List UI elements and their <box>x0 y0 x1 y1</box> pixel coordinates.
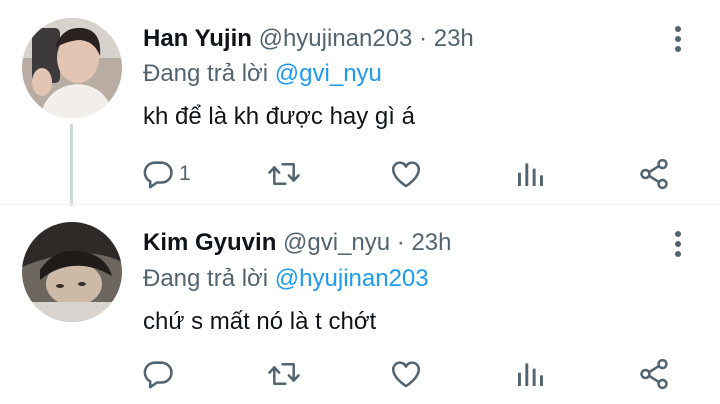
like-button[interactable] <box>389 156 423 192</box>
tweet[interactable]: Kim Gyuvin @gvi_nyu · 23h Đang trả lời @… <box>0 205 720 404</box>
views-button[interactable] <box>514 156 546 192</box>
like-button[interactable] <box>389 356 423 392</box>
tweet-text: chứ s mất nó là t chớt <box>143 308 377 335</box>
views-icon <box>518 363 543 386</box>
share-icon <box>640 158 668 190</box>
share-button[interactable] <box>637 356 671 392</box>
more-icon[interactable] <box>664 229 692 259</box>
reply-icon <box>143 161 173 189</box>
action-bar: 1 <box>0 156 720 192</box>
mention-link[interactable]: @gvi_nyu <box>275 60 382 87</box>
action-bar <box>0 356 720 392</box>
timestamp[interactable]: 23h <box>434 25 474 52</box>
replying-to-label: Đang trả lời <box>143 60 275 87</box>
views-icon <box>518 163 543 186</box>
reply-icon <box>143 361 173 389</box>
reply-count: 1 <box>179 162 191 185</box>
share-icon <box>640 358 668 390</box>
like-icon <box>391 361 421 388</box>
reply-button[interactable] <box>141 356 179 392</box>
mention-link[interactable]: @hyujinan203 <box>275 265 429 292</box>
replying-to-label: Đang trả lời <box>143 265 275 292</box>
share-button[interactable] <box>637 156 671 192</box>
retweet-icon <box>268 163 300 185</box>
views-button[interactable] <box>514 356 546 392</box>
time-separator: · <box>412 25 434 52</box>
retweet-icon <box>268 363 300 385</box>
reply-button[interactable]: 1 <box>141 156 191 192</box>
handle[interactable]: @gvi_nyu <box>283 229 390 256</box>
tweet-text: kh để là kh được hay gì á <box>143 103 415 130</box>
replying-to: Đang trả lời @gvi_nyu <box>143 59 382 89</box>
avatar[interactable] <box>22 222 122 322</box>
like-icon <box>391 161 421 188</box>
tweet-header: Han Yujin @hyujinan203 · 23h <box>143 24 474 54</box>
handle[interactable]: @hyujinan203 <box>259 25 413 52</box>
timestamp[interactable]: 23h <box>411 229 451 256</box>
more-icon[interactable] <box>664 24 692 54</box>
retweet-button[interactable] <box>266 356 302 392</box>
avatar[interactable] <box>22 18 122 118</box>
retweet-button[interactable] <box>266 156 302 192</box>
time-separator: · <box>390 229 412 256</box>
tweet[interactable]: Han Yujin @hyujinan203 · 23h Đang trả lờ… <box>0 0 720 206</box>
tweet-header: Kim Gyuvin @gvi_nyu · 23h <box>143 228 452 258</box>
display-name[interactable]: Han Yujin <box>143 25 252 52</box>
replying-to: Đang trả lời @hyujinan203 <box>143 264 429 294</box>
display-name[interactable]: Kim Gyuvin <box>143 229 276 256</box>
